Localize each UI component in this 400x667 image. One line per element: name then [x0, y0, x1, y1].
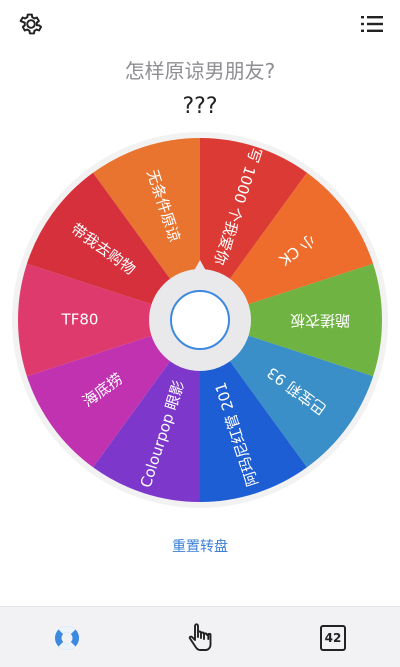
wheel-segment-label: TF80 [61, 311, 99, 329]
top-bar [0, 0, 400, 48]
list-icon [361, 16, 383, 32]
spin-wheel[interactable]: 无条件原谅写 1000 个我爱你小 CK 跪搓衣板 巴宝莉 93 阿玛尼红管 201 C… [0, 120, 400, 520]
wheel-segment-label: 跪搓衣板 [290, 312, 350, 330]
settings-button[interactable] [15, 8, 47, 40]
lifebuoy-icon [55, 626, 79, 650]
tab-count[interactable]: 42 [316, 621, 350, 655]
question-title: 怎样原谅男朋友? [124, 59, 276, 83]
count-badge: 42 [320, 625, 346, 651]
tab-tap[interactable] [183, 621, 217, 655]
spin-button[interactable] [170, 290, 230, 350]
tap-hand-icon [188, 623, 212, 651]
list-button[interactable] [356, 8, 388, 40]
gear-icon [19, 13, 43, 35]
bottom-nav: 42 [0, 606, 400, 667]
result-text: ??? [182, 94, 218, 119]
reset-wheel-button[interactable]: 重置转盘 [0, 536, 400, 556]
tab-lifebuoy[interactable] [50, 621, 84, 655]
wheel-graphic: 无条件原谅写 1000 个我爱你小 CK跪搓衣板巴宝莉 93阿玛尼红管 201C… [12, 132, 388, 508]
